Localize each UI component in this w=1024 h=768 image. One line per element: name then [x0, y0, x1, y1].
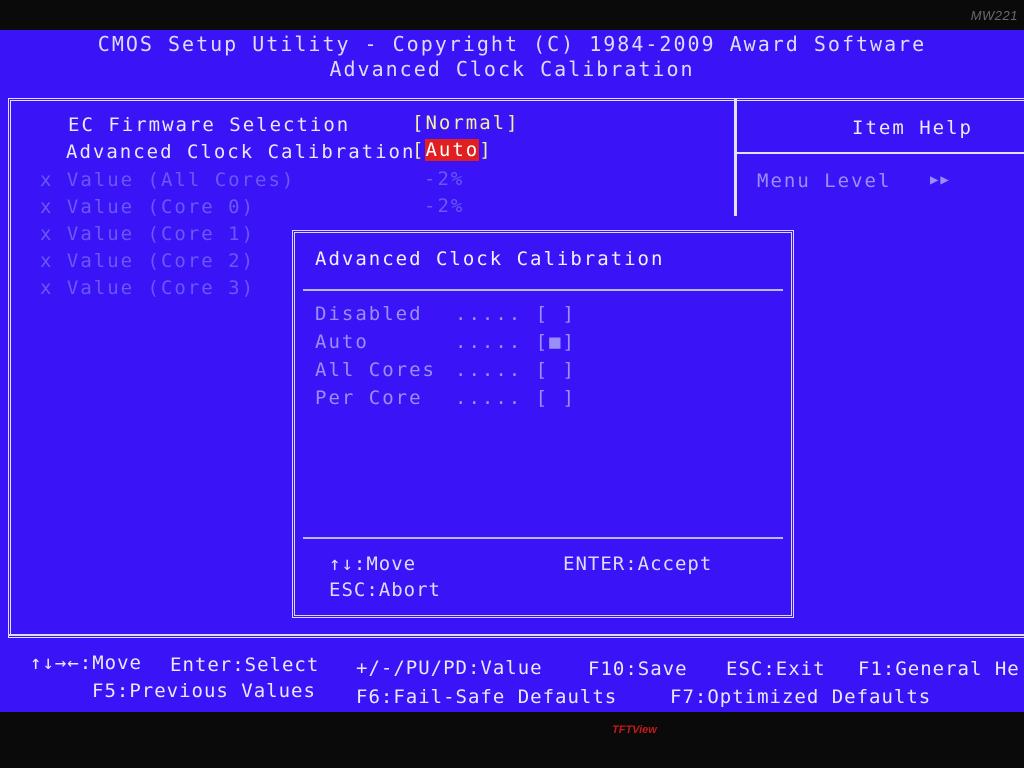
setting-label: Value (Core 3) [66, 277, 256, 299]
option-checkbox: [ ] [535, 387, 576, 409]
footer-divider [8, 634, 1024, 636]
option-label: All Cores [315, 359, 436, 381]
setting-label: Value (Core 0) [66, 196, 256, 218]
option-label: Per Core [315, 387, 423, 409]
footer-hint-optimized-defaults: F7:Optimized Defaults [670, 686, 932, 708]
footer-hint-move: ↑↓→←:Move [30, 652, 142, 674]
option-checkbox: [ ] [535, 303, 576, 325]
option-popup: Advanced Clock Calibration Disabled.....… [292, 230, 794, 618]
option-auto[interactable]: Auto..... [■] [315, 331, 576, 353]
setting-value-all-cores: x Value (All Cores) [40, 169, 295, 191]
option-label: Disabled [315, 303, 423, 325]
popup-key-abort: ESC:Abort [329, 579, 441, 601]
item-help-title: Item Help [852, 117, 973, 139]
option-dots: ..... [455, 387, 523, 409]
popup-title: Advanced Clock Calibration [315, 248, 665, 270]
setting-value-core-0: x Value (Core 0) [40, 196, 255, 218]
option-all-cores[interactable]: All Cores..... [ ] [315, 359, 576, 381]
setting-value-core-1: x Value (Core 1) [40, 223, 255, 245]
option-checkbox: [ ] [535, 359, 576, 381]
option-disabled[interactable]: Disabled..... [ ] [315, 303, 576, 325]
help-divider-horizontal [737, 152, 1024, 154]
option-dots: ..... [455, 303, 523, 325]
popup-divider-bottom [303, 537, 783, 539]
disabled-marker: x [40, 223, 54, 245]
footer-hint-previous-values: F5:Previous Values [92, 680, 316, 702]
help-divider-vertical [734, 98, 737, 216]
disabled-marker: x [40, 196, 54, 218]
footer-hint-fail-safe-defaults: F6:Fail-Safe Defaults [356, 686, 618, 708]
bios-screen: CMOS Setup Utility - Copyright (C) 1984-… [0, 30, 1024, 712]
option-per-core[interactable]: Per Core..... [ ] [315, 387, 576, 409]
bios-copyright-header: CMOS Setup Utility - Copyright (C) 1984-… [97, 32, 927, 56]
setting-value-core-0-value: -2% [424, 195, 465, 217]
option-dots: ..... [455, 359, 523, 381]
footer-hint-general-help: F1:General He [858, 658, 1020, 680]
menu-level-arrows-icon: ▶▶ [930, 172, 951, 188]
selected-value-highlight: Auto [425, 139, 480, 161]
disabled-marker: x [40, 277, 54, 299]
monitor-brand-logo: TFTView [612, 724, 657, 736]
menu-level-label: Menu Level [757, 170, 892, 192]
setting-label: Value (Core 2) [66, 250, 256, 272]
ec-firmware-value-text: Normal [425, 112, 507, 134]
option-checkbox-checked: [■] [535, 331, 576, 353]
popup-key-accept: ENTER:Accept [563, 553, 713, 575]
footer-hint-exit: ESC:Exit [726, 658, 826, 680]
option-dots: ..... [455, 331, 523, 353]
setting-advanced-clock-calibration-value[interactable]: [Auto] [412, 139, 493, 161]
footer-hint-value: +/-/PU/PD:Value [356, 657, 543, 679]
option-label: Auto [315, 331, 369, 353]
popup-key-move: ↑↓:Move [329, 553, 417, 575]
setting-ec-firmware-label[interactable]: EC Firmware Selection [68, 114, 350, 136]
popup-divider-top [303, 289, 783, 291]
page-title: Advanced Clock Calibration [329, 57, 695, 81]
setting-value-all-cores-value: -2% [424, 168, 465, 190]
footer-hint-save: F10:Save [588, 658, 688, 680]
footer-hint-select: Enter:Select [170, 654, 320, 676]
setting-value-core-2: x Value (Core 2) [40, 250, 255, 272]
setting-label: Value (Core 1) [66, 223, 256, 245]
setting-ec-firmware-value[interactable]: [Normal] [412, 112, 520, 134]
disabled-marker: x [40, 250, 54, 272]
setting-value-core-3: x Value (Core 3) [40, 277, 255, 299]
disabled-marker: x [40, 169, 54, 191]
setting-label: Value (All Cores) [66, 169, 296, 191]
monitor-model-label: MW221 [970, 8, 1018, 23]
setting-advanced-clock-calibration-label[interactable]: Advanced Clock Calibration [66, 141, 415, 163]
